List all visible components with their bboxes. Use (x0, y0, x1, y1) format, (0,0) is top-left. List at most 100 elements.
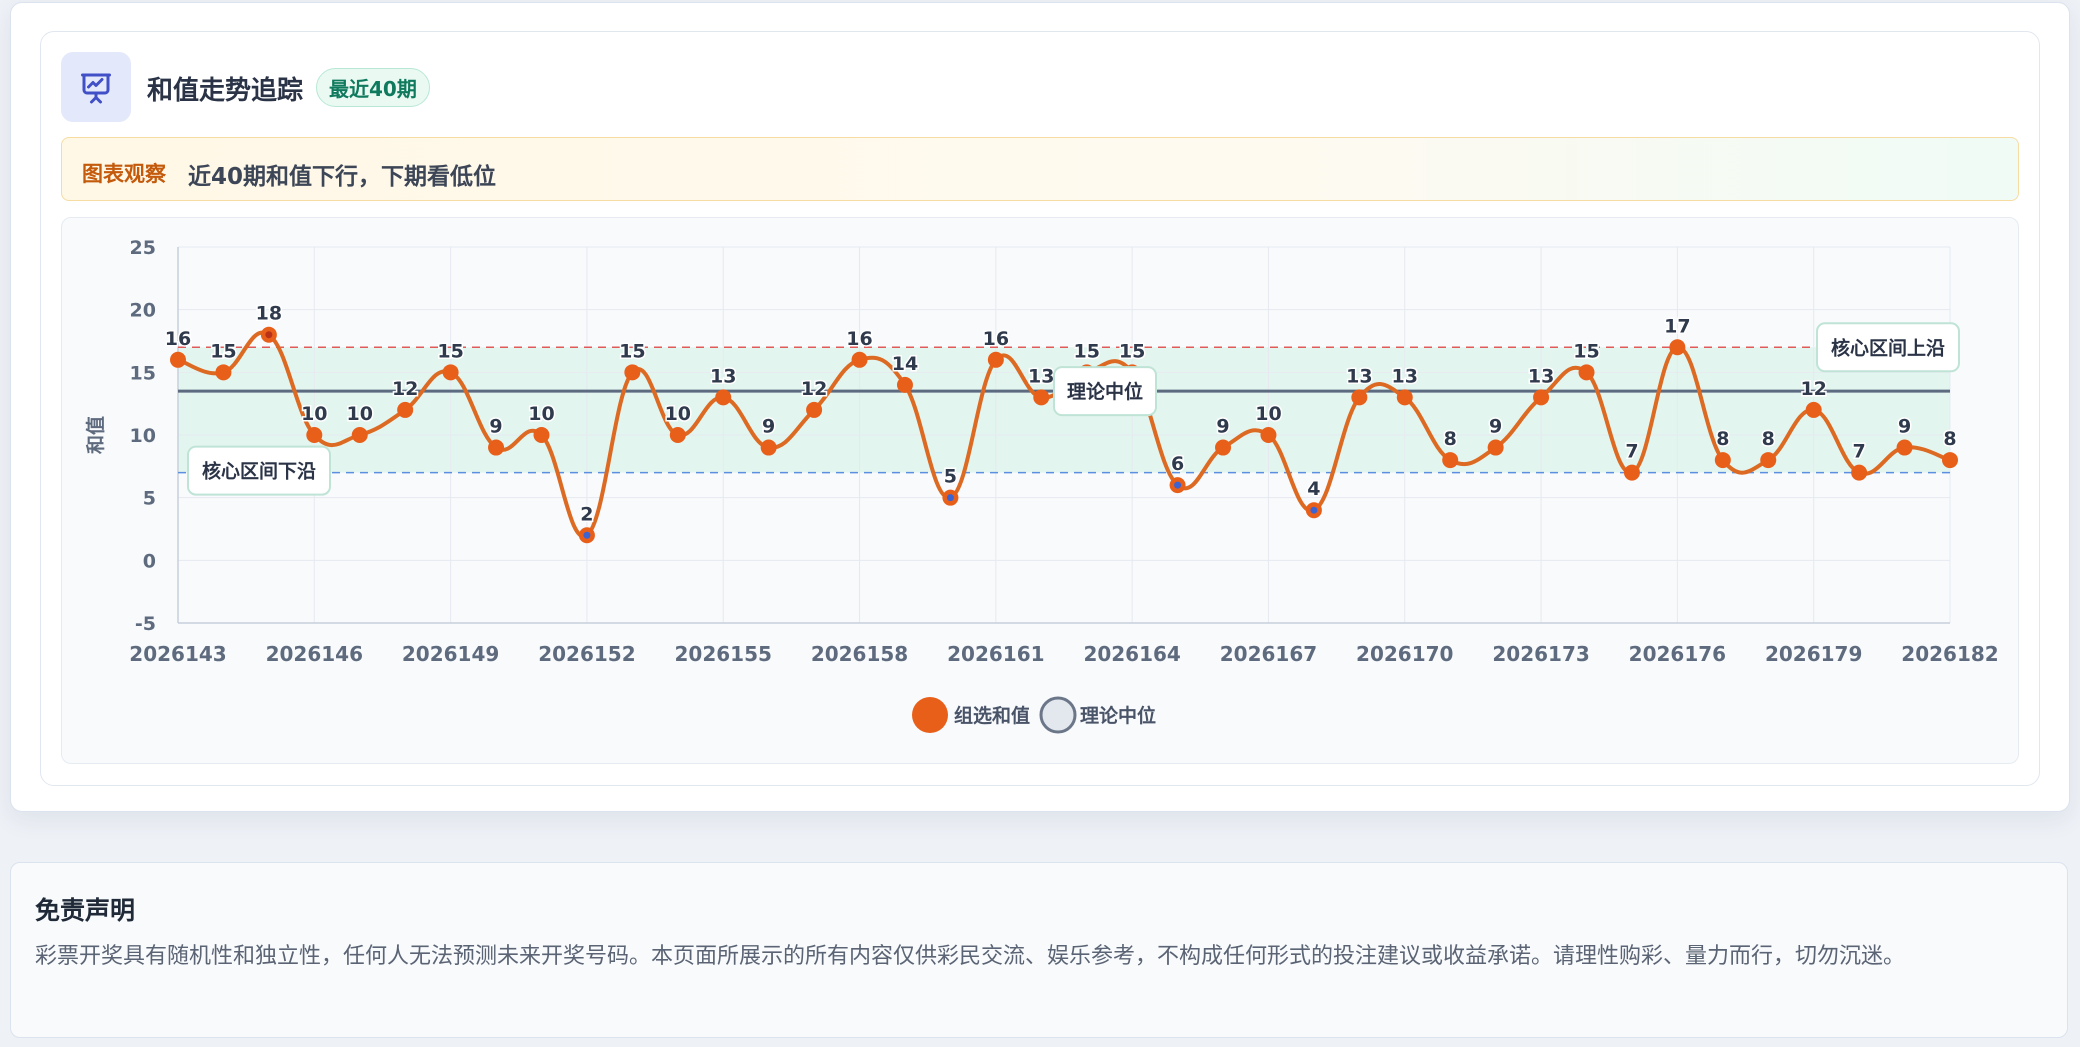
data-point (851, 351, 868, 368)
data-point (806, 401, 823, 418)
data-label: 13 (1528, 365, 1554, 387)
data-label: 6 (1171, 453, 1184, 475)
legend-swatch-median (1039, 696, 1077, 734)
data-point (1942, 452, 1958, 469)
data-label: 12 (801, 378, 827, 400)
data-label: 15 (1073, 340, 1099, 362)
low-point-marker (583, 531, 591, 539)
x-tick-label: 2026164 (1083, 642, 1180, 666)
data-point (1623, 464, 1640, 481)
low-point-marker (1174, 481, 1182, 489)
data-point (1760, 452, 1777, 469)
data-label: 12 (392, 378, 418, 400)
data-label: 12 (1800, 378, 1826, 400)
data-point (351, 427, 368, 443)
x-tick-label: 2026152 (538, 642, 635, 666)
data-point (896, 376, 913, 393)
data-label: 16 (983, 328, 1009, 350)
chart-panel: -5 0 5 10 15 20 25 2026143 2026146 2026149 2026152… (61, 217, 2019, 764)
legend-swatch-series (912, 697, 948, 733)
data-label: 4 (1307, 478, 1320, 500)
data-point (1033, 389, 1050, 406)
data-label: 16 (846, 328, 872, 350)
y-axis-label: 和值 (84, 416, 107, 454)
data-point (1851, 464, 1868, 481)
x-tick-label: 2026149 (402, 642, 499, 666)
data-point (1669, 339, 1686, 356)
legend-label-series: 组选和值 (954, 704, 1030, 727)
data-label: 9 (1898, 416, 1911, 438)
data-label: 10 (301, 403, 327, 425)
data-label: 15 (1573, 340, 1599, 362)
insight-banner: 图表观察 近40期和值下行，下期看低位 (61, 137, 2019, 201)
data-point (1533, 389, 1550, 406)
data-point (397, 401, 414, 418)
data-point (1578, 364, 1595, 381)
sum-trend-chart: -505101520252026143 2026146 2026149 2026152… (84, 237, 1999, 734)
period-badge: 最近40期 (316, 68, 430, 107)
legend-label-median: 理论中位 (1080, 704, 1156, 727)
high-point-marker (265, 331, 273, 339)
data-point (1714, 452, 1731, 469)
y-tick-label: 10 (130, 425, 156, 447)
low-point-marker (1310, 506, 1318, 514)
data-point (1442, 452, 1459, 469)
x-tick-label: 2026158 (811, 642, 908, 666)
data-point (442, 364, 459, 381)
data-point (1351, 389, 1368, 406)
data-label: 14 (892, 353, 918, 375)
y-tick-label: 5 (143, 488, 156, 510)
x-tick-label: 2026143 (129, 642, 226, 666)
y-tick-label: 15 (130, 362, 156, 384)
data-label: 15 (619, 340, 645, 362)
x-tick-label: 2026146 (266, 642, 363, 666)
insight-text: 近40期和值下行，下期看低位 (188, 164, 497, 190)
data-label: 8 (1716, 428, 1729, 450)
data-label: 18 (256, 303, 282, 325)
data-label: 15 (1119, 340, 1145, 362)
data-label: 13 (1346, 365, 1372, 387)
data-point (488, 439, 505, 456)
x-tick-label: 2026182 (1901, 642, 1998, 666)
data-label: 10 (347, 403, 373, 425)
low-point-marker (946, 494, 954, 502)
data-label: 10 (528, 403, 554, 425)
data-point (1215, 439, 1232, 456)
data-point (170, 351, 186, 368)
data-point (533, 427, 550, 443)
data-point (1396, 389, 1413, 406)
y-tick-label: 20 (130, 300, 156, 322)
lower-annotation-text: 核心区间下沿 (202, 460, 316, 483)
data-point (1487, 439, 1504, 456)
card-title: 和值走势追踪 (147, 76, 304, 106)
data-label: 7 (1625, 441, 1638, 463)
data-label: 13 (1028, 365, 1054, 387)
data-label: 5 (944, 466, 957, 488)
data-label: 2 (580, 503, 593, 525)
trend-section: 和值走势追踪 最近40期 图表观察 近40期和值下行，下期看低位 -5 0 5 10 1… (10, 2, 2070, 812)
x-tick-label: 2026179 (1765, 642, 1862, 666)
data-label: 10 (665, 403, 691, 425)
data-label: 8 (1943, 428, 1956, 450)
x-tick-label: 2026170 (1356, 642, 1453, 666)
data-label: 8 (1444, 428, 1457, 450)
disclaimer-text: 彩票开奖具有随机性和独立性，任何人无法预测未来开奖号码。本页面所展示的所有内容仅… (35, 944, 1906, 969)
data-point (215, 364, 232, 381)
data-point (306, 427, 323, 443)
x-tick-label: 2026176 (1629, 642, 1726, 666)
data-label: 8 (1762, 428, 1775, 450)
upper-annotation-text: 核心区间上沿 (1831, 336, 1945, 359)
y-tick-label: 25 (130, 237, 156, 259)
y-tick-label: -5 (135, 613, 156, 635)
data-label: 16 (165, 328, 191, 350)
data-label: 9 (1489, 416, 1502, 438)
data-label: 9 (1216, 416, 1229, 438)
data-point (1260, 427, 1277, 443)
disclaimer-section: 免责声明 彩票开奖具有随机性和独立性，任何人无法预测未来开奖号码。本页面所展示的… (10, 862, 2068, 1038)
data-point (1896, 439, 1913, 456)
insight-label: 图表观察 (82, 162, 166, 186)
x-tick-label: 2026173 (1492, 642, 1589, 666)
data-label: 13 (710, 365, 736, 387)
median-annotation-text: 理论中位 (1067, 380, 1143, 403)
chart-presentation-icon (61, 52, 131, 122)
